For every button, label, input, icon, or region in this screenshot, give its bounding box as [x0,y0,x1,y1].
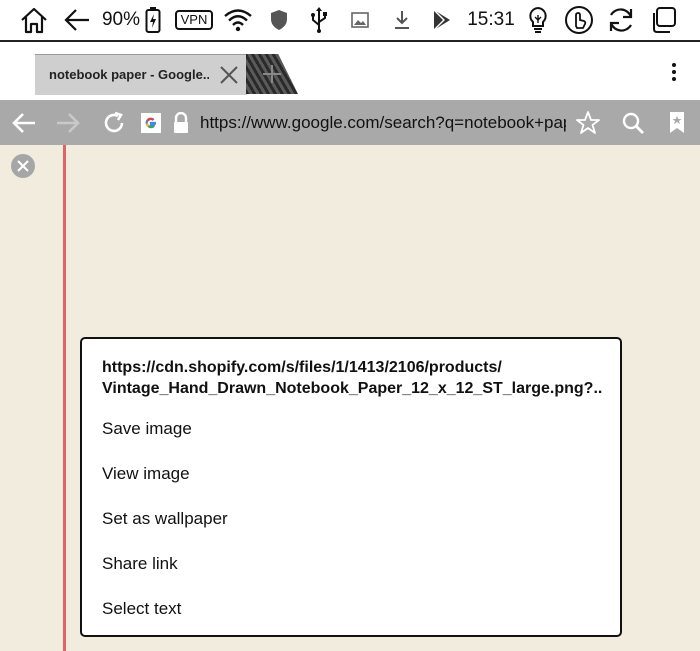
back-arrow-icon[interactable] [60,0,94,40]
vpn-icon: VPN [174,0,214,40]
bulb-icon[interactable] [523,0,553,40]
save-image-menu-item[interactable]: Save image [82,407,620,451]
tab-title: notebook paper - Google... [49,67,209,82]
tab-strip: notebook paper - Google... [0,42,700,100]
vpn-label: VPN [174,10,214,30]
status-bar: 90% VPN 15:31 [0,0,700,42]
touch-icon[interactable] [562,0,596,40]
reload-icon[interactable] [99,100,129,145]
forward-icon[interactable] [52,100,84,145]
download-icon [390,0,414,40]
usb-icon [306,0,332,40]
play-store-icon [430,0,454,40]
bookmarks-icon[interactable] [664,100,690,145]
tab-close-icon[interactable] [219,65,239,85]
close-image-icon[interactable] [11,154,35,178]
home-icon[interactable] [16,0,52,40]
google-favicon-icon [140,100,162,145]
new-tab-button[interactable] [246,54,298,94]
back-icon[interactable] [8,100,40,145]
battery-charging-icon [143,0,163,40]
multi-window-icon[interactable] [646,0,680,40]
search-icon[interactable] [618,100,648,145]
share-link-menu-item[interactable]: Share link [82,542,620,586]
image-icon [348,0,372,40]
image-url-line-2: Vintage_Hand_Drawn_Notebook_Paper_12_x_1… [102,380,602,397]
view-image-menu-item[interactable]: View image [82,452,620,496]
wifi-icon [222,0,254,40]
image-url-line-1: https://cdn.shopify.com/s/files/1/1413/2… [102,359,502,376]
red-margin-line [63,145,66,651]
select-text-menu-item[interactable]: Select text [82,587,620,631]
lock-icon [170,100,192,145]
tab-active[interactable]: notebook paper - Google... [35,54,247,95]
set-as-wallpaper-menu-item[interactable]: Set as wallpaper [82,497,620,541]
bookmark-star-icon[interactable] [573,100,603,145]
clock: 15:31 [467,9,515,30]
overflow-menu-icon[interactable] [664,60,684,84]
image-url: https://cdn.shopify.com/s/files/1/1413/2… [102,357,602,399]
image-context-menu: https://cdn.shopify.com/s/files/1/1413/2… [80,337,622,637]
browser-toolbar: https://www.google.com/search?q=notebook… [0,100,700,145]
battery-percent: 90% [101,9,141,30]
shield-icon [268,0,290,40]
refresh-icon[interactable] [604,0,638,40]
paper-top-margin [0,145,700,201]
url-field[interactable]: https://www.google.com/search?q=notebook… [200,100,566,145]
